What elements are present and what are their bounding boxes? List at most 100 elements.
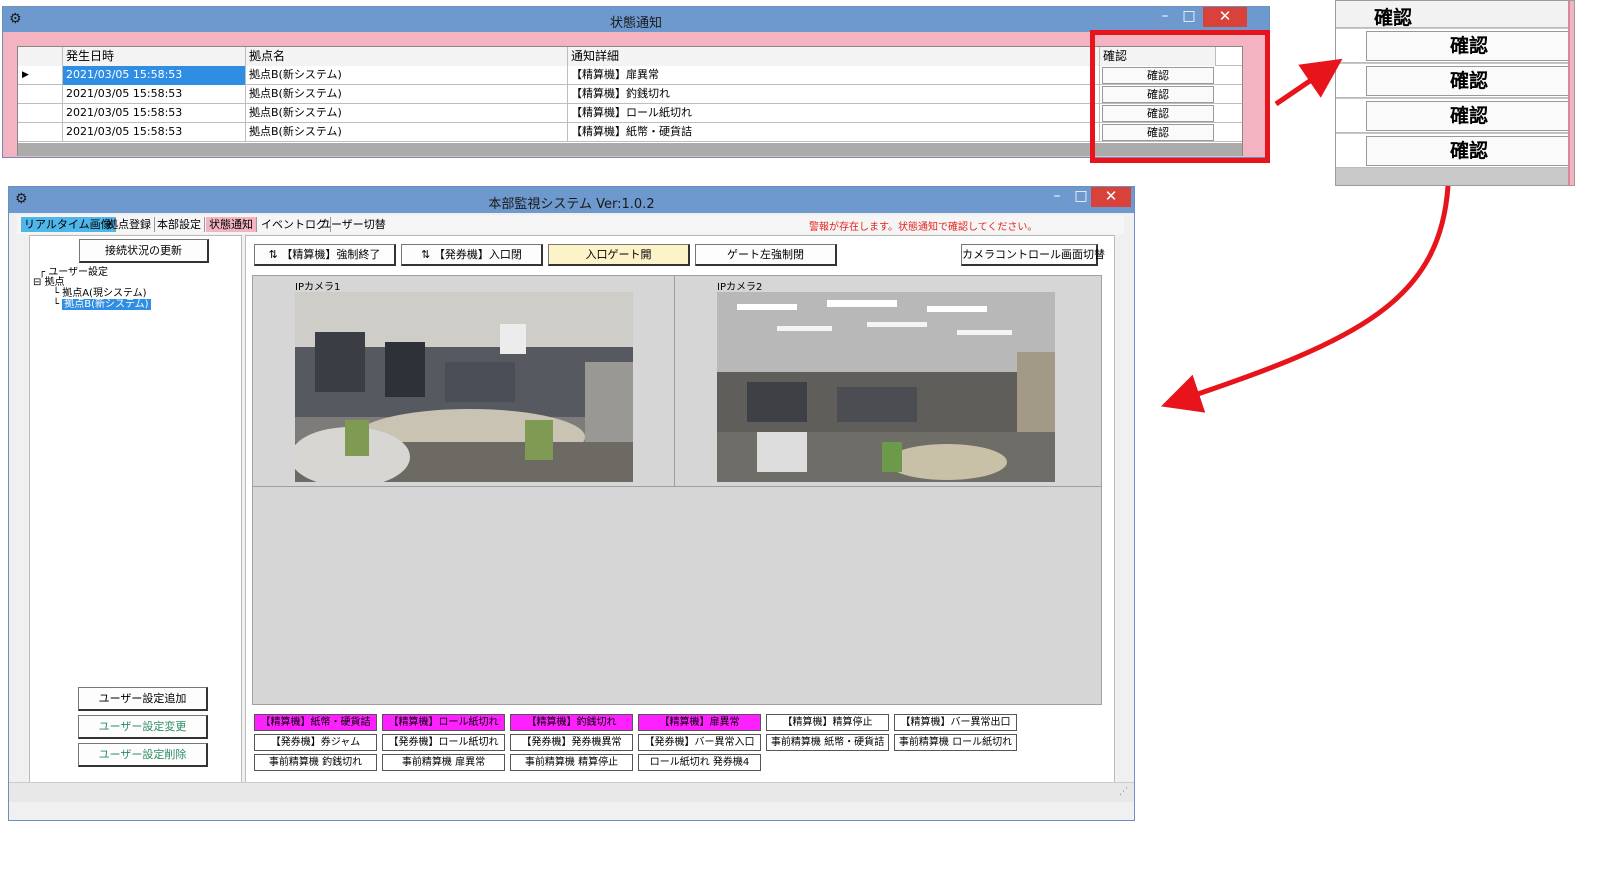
zoom-row: 確認 xyxy=(1336,64,1574,98)
close-icon[interactable]: ✕ xyxy=(1091,187,1131,207)
camera2-label: IPカメラ2 xyxy=(717,282,763,293)
arrow-to-main-window xyxy=(1161,185,1451,413)
alarm-pre-settlement-roll-paper: 事前精算機 ロール紙切れ xyxy=(894,734,1017,751)
grid-header-row: 発生日時 拠点名 通知詳細 確認 xyxy=(18,47,1242,66)
camera1-image xyxy=(295,292,633,482)
camera-control-switch-button[interactable]: カメラコントロール画面切替 xyxy=(961,244,1105,266)
tree-item-label: 拠点A(現システム) xyxy=(62,288,147,299)
alarm-settlement-roll-paper: 【精算機】ロール紙切れ xyxy=(382,714,505,731)
alarm-settlement-bill-coin-jam: 【精算機】紙幣・硬貨詰 xyxy=(254,714,377,731)
cell-site[interactable]: 拠点B(新システム) xyxy=(246,123,568,142)
zoom-row: 確認 xyxy=(1336,134,1574,168)
warning-message: 警報が存在します。状態通知で確認してください。 xyxy=(809,222,1038,233)
camera2-feed[interactable] xyxy=(717,292,1055,482)
camera-divider xyxy=(674,276,675,486)
column-header-datetime[interactable]: 発生日時 xyxy=(63,47,246,66)
confirm-zoom-inset: 確認 確認 確認 確認 確認 xyxy=(1335,0,1575,186)
cell-site[interactable]: 拠点B(新システム) xyxy=(246,104,568,123)
toolbar-label: 【発券機】入口閉 xyxy=(433,248,522,261)
alarm-ticket-bar-entrance: 【発券機】バー異常入口 xyxy=(638,734,761,751)
close-icon[interactable]: ✕ xyxy=(1203,7,1247,27)
zoom-confirm-button[interactable]: 確認 xyxy=(1366,101,1572,131)
alarm-settlement-change-out: 【精算機】釣銭切れ xyxy=(510,714,633,731)
cell-datetime[interactable]: 2021/03/05 15:58:53 xyxy=(63,66,246,85)
delete-user-setting-button[interactable]: ユーザー設定削除 xyxy=(78,743,208,767)
tab-hq-settings[interactable]: 本部設定 xyxy=(154,217,205,232)
zoom-header: 確認 xyxy=(1336,1,1574,29)
cell-site[interactable]: 拠点B(新システム) xyxy=(246,85,568,104)
zoom-confirm-button[interactable]: 確認 xyxy=(1366,136,1572,166)
column-header-site[interactable]: 拠点名 xyxy=(246,47,568,66)
cell-site[interactable]: 拠点B(新システム) xyxy=(246,66,568,85)
cell-datetime[interactable]: 2021/03/05 15:58:53 xyxy=(63,104,246,123)
tree-item-sites[interactable]: ⊟ 拠点 xyxy=(33,277,65,288)
ticket-entrance-close-button[interactable]: ⇅ 【発券機】入口閉 xyxy=(401,244,543,266)
row-pointer-icon: ▶ xyxy=(18,66,63,85)
minimize-icon[interactable]: – xyxy=(1153,7,1177,27)
tree-item-site-b[interactable]: └ 拠点B(新システム) xyxy=(53,299,151,310)
tab-site-registration[interactable]: 拠点登録 xyxy=(104,217,155,232)
cell-datetime[interactable]: 2021/03/05 15:58:53 xyxy=(63,85,246,104)
column-header-detail[interactable]: 通知詳細 xyxy=(568,47,1100,66)
cell-detail[interactable]: 【精算機】釣銭切れ xyxy=(568,85,1100,104)
resize-grip-icon[interactable]: ⋰ xyxy=(1119,787,1128,797)
minimize-icon[interactable]: – xyxy=(1045,187,1069,207)
grid-empty-area xyxy=(18,143,1242,156)
zoom-confirm-button[interactable]: 確認 xyxy=(1366,31,1572,61)
table-row[interactable]: 2021/03/05 15:58:53 拠点B(新システム) 【精算機】紙幣・硬… xyxy=(18,123,1242,142)
cell-datetime[interactable]: 2021/03/05 15:58:53 xyxy=(63,123,246,142)
row-header-cell xyxy=(18,123,63,142)
entrance-gate-open-button[interactable]: 入口ゲート開 xyxy=(548,244,690,266)
alarm-pre-settlement-stop: 事前精算機 精算停止 xyxy=(510,754,633,771)
alarm-settlement-stop: 【精算機】精算停止 xyxy=(766,714,889,731)
cell-detail[interactable]: 【精算機】紙幣・硬貨詰 xyxy=(568,123,1100,142)
camera-divider xyxy=(253,486,1101,487)
zoom-header-label: 確認 xyxy=(1374,7,1413,29)
monitoring-window: ⚙ 本部監視システム Ver:1.0.2 – □ ✕ リアルタイム画像 拠点登録… xyxy=(8,186,1135,821)
notification-titlebar: ⚙ 状態通知 – □ ✕ xyxy=(3,7,1269,32)
row-header-cell xyxy=(18,104,63,123)
alarm-roll-paper-ticket4: ロール紙切れ 発券機4 xyxy=(638,754,761,771)
arrows-icon: ⇅ xyxy=(421,248,431,261)
table-row[interactable]: ▶ 2021/03/05 15:58:53 拠点B(新システム) 【精算機】扉異… xyxy=(18,66,1242,85)
refresh-connection-button[interactable]: 接続状況の更新 xyxy=(79,239,209,263)
tab-status-notification[interactable]: 状態通知 xyxy=(206,217,257,232)
zoom-confirm-button[interactable]: 確認 xyxy=(1366,66,1572,96)
alarm-ticket-jam: 【発券機】券ジャム xyxy=(254,734,377,751)
camera-area: IPカメラ1 IPカメラ2 xyxy=(252,275,1102,705)
tree-item-label: 拠点B(新システム) xyxy=(62,299,151,310)
table-row[interactable]: 2021/03/05 15:58:53 拠点B(新システム) 【精算機】ロール紙… xyxy=(18,104,1242,123)
row-header-cell xyxy=(18,47,63,66)
tab-realtime-image[interactable]: リアルタイム画像 xyxy=(21,217,116,232)
alarm-pre-settlement-door: 事前精算機 扉異常 xyxy=(382,754,505,771)
zoom-row: 確認 xyxy=(1336,99,1574,133)
zoom-pink-edge xyxy=(1568,1,1574,185)
notification-title: 状態通知 xyxy=(609,16,662,31)
notification-grid: 発生日時 拠点名 通知詳細 確認 ▶ 2021/03/05 15:58:53 拠… xyxy=(17,46,1243,156)
add-user-setting-button[interactable]: ユーザー設定追加 xyxy=(78,687,208,711)
camera2-image xyxy=(717,292,1055,482)
camera1-label: IPカメラ1 xyxy=(295,282,341,293)
tree-item-site-a[interactable]: └ 拠点A(現システム) xyxy=(53,288,147,299)
monitoring-titlebar: ⚙ 本部監視システム Ver:1.0.2 – □ ✕ xyxy=(9,187,1134,213)
alarm-ticket-machine-error: 【発券機】発券機異常 xyxy=(510,734,633,751)
alarm-settlement-door: 【精算機】扉異常 xyxy=(638,714,761,731)
cell-detail[interactable]: 【精算機】扉異常 xyxy=(568,66,1100,85)
row-header-cell xyxy=(18,85,63,104)
settlement-force-stop-button[interactable]: ⇅ 【精算機】強制終了 xyxy=(254,244,396,266)
alarm-settlement-bar-exit: 【精算機】バー異常出口 xyxy=(894,714,1017,731)
maximize-icon[interactable]: □ xyxy=(1177,7,1201,27)
maximize-icon[interactable]: □ xyxy=(1069,187,1093,207)
table-row[interactable]: 2021/03/05 15:58:53 拠点B(新システム) 【精算機】釣銭切れ… xyxy=(18,85,1242,104)
alarm-pre-settlement-change-out: 事前精算機 釣銭切れ xyxy=(254,754,377,771)
camera1-feed[interactable] xyxy=(295,292,633,482)
tab-user-switch[interactable]: ユーザー切替 xyxy=(317,217,389,232)
tree-item-label: 拠点 xyxy=(44,277,65,288)
right-pane: ⇅ 【精算機】強制終了 ⇅ 【発券機】入口閉 入口ゲート開 ゲート左強制閉 カメ… xyxy=(245,235,1115,783)
alarm-pre-settlement-jam: 事前精算機 紙幣・硬貨詰 xyxy=(766,734,889,751)
cell-detail[interactable]: 【精算機】ロール紙切れ xyxy=(568,104,1100,123)
toolbar-label: 【精算機】強制終了 xyxy=(281,248,381,261)
edit-user-setting-button[interactable]: ユーザー設定変更 xyxy=(78,715,208,739)
gate-left-force-close-button[interactable]: ゲート左強制閉 xyxy=(695,244,837,266)
zoom-row: 確認 xyxy=(1336,29,1574,63)
